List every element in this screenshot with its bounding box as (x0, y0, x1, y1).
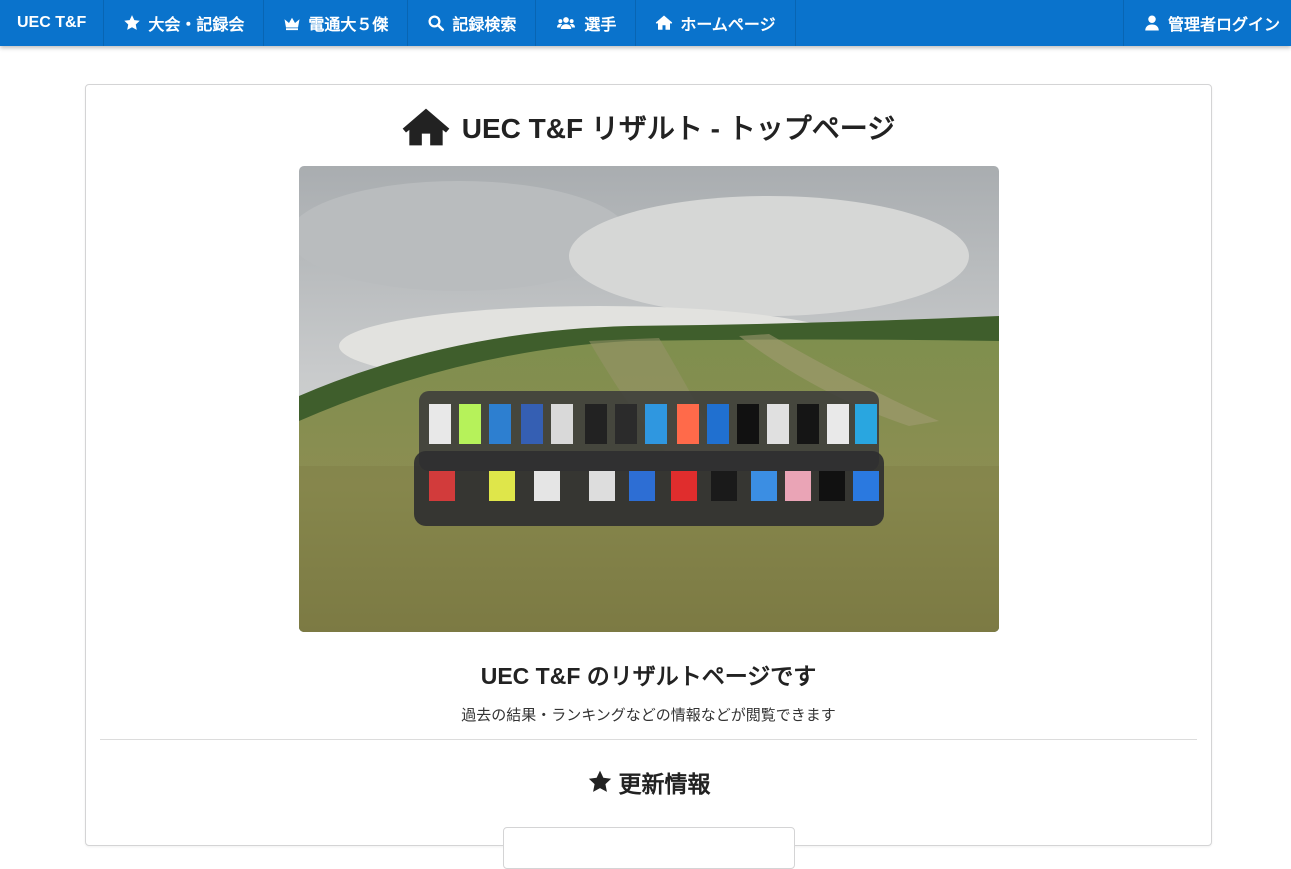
nav-competitions-label: 大会・記録会 (148, 17, 245, 34)
nav-competitions[interactable]: 大会・記録会 (104, 0, 265, 46)
nav-athletes-label: 選手 (584, 17, 617, 34)
section-divider (100, 739, 1197, 740)
nav-homepage[interactable]: ホームページ (636, 0, 796, 46)
nav-athletes[interactable]: 選手 (536, 0, 637, 46)
user-icon (1145, 15, 1159, 31)
top-navbar: UEC T&F 大会・記録会 電通大５傑 記録検索 選手 ホームページ 管理者ロ… (0, 0, 1291, 46)
home-icon (402, 108, 450, 146)
updates-title: 更新情報 (618, 771, 711, 797)
page-title: UEC T&F リザルト - トップページ (461, 113, 896, 144)
admin-login-label: 管理者ログイン (1167, 17, 1280, 34)
nav-homepage-label: ホームページ (680, 17, 776, 34)
team-photo (299, 166, 999, 632)
nav-record-search-label: 記録検索 (452, 17, 517, 34)
users-icon (557, 17, 576, 29)
home-icon (656, 15, 673, 30)
crown-icon (284, 17, 300, 31)
search-icon (428, 15, 445, 32)
star-icon (124, 15, 141, 30)
page-header: UEC T&F リザルト - トップページ (86, 107, 1211, 147)
nav-top5-label: 電通大５傑 (308, 17, 389, 34)
welcome-title: UEC T&F のリザルトページです (480, 663, 817, 689)
updates-list (503, 827, 795, 869)
nav-record-search[interactable]: 記録検索 (408, 0, 537, 46)
brand-link[interactable]: UEC T&F (0, 0, 105, 46)
welcome-description: 過去の結果・ランキングなどの情報などが閲覧できます (461, 707, 836, 724)
main-card: UEC T&F リザルト - トップページ UEC T&F のリザルトページです… (85, 84, 1212, 869)
nav-top5[interactable]: 電通大５傑 (264, 0, 409, 46)
updates-header: 更新情報 (86, 765, 1211, 799)
star-icon (588, 770, 611, 792)
hero-image (299, 166, 999, 632)
admin-login-button[interactable]: 管理者ログイン (1122, 0, 1291, 46)
